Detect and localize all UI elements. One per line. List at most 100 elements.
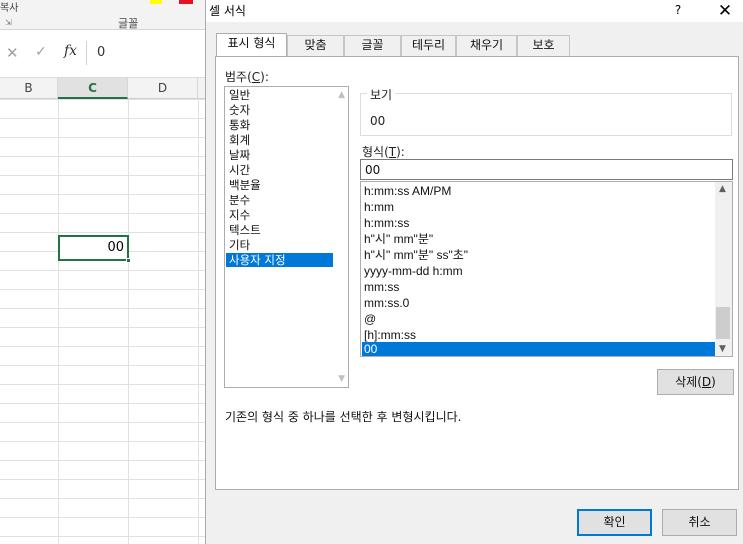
highlight-color-swatch[interactable] — [150, 0, 162, 4]
close-icon[interactable]: ✕ — [716, 1, 734, 21]
category-item-fraction[interactable]: 분수 — [226, 193, 333, 207]
gridline-row — [0, 517, 207, 518]
ok-button[interactable]: 확인 — [577, 509, 652, 536]
scroll-up-icon[interactable]: ▲ — [719, 184, 726, 194]
fill-handle[interactable] — [126, 258, 131, 263]
gridline-column — [128, 99, 129, 544]
category-item-currency[interactable]: 통화 — [226, 118, 333, 132]
category-item-special[interactable]: 기타 — [226, 238, 333, 252]
format-item[interactable]: h"시" mm"분" — [362, 232, 717, 247]
category-item-time[interactable]: 시간 — [226, 163, 333, 177]
category-label: 범주(C): — [225, 68, 269, 85]
font-color-swatch[interactable] — [179, 0, 193, 4]
active-cell-c[interactable]: 00 — [58, 235, 131, 263]
format-item[interactable]: h:mm:ss AM/PM — [362, 184, 717, 199]
scroll-down-icon[interactable]: ▼ — [338, 374, 345, 384]
type-label-text: 형식( — [362, 145, 389, 159]
format-item[interactable]: mm:ss — [362, 280, 717, 295]
type-input[interactable] — [360, 159, 733, 180]
formula-input[interactable]: 0 — [97, 45, 105, 60]
category-item-text[interactable]: 텍스트 — [226, 223, 333, 237]
gridline-row — [0, 422, 207, 423]
scroll-up-icon[interactable]: ▲ — [338, 90, 345, 100]
scrollbar-thumb[interactable] — [716, 307, 730, 339]
enter-check-icon[interactable]: ✓ — [35, 44, 47, 60]
sample-group: 보기 00 — [360, 86, 732, 136]
format-code-list[interactable]: h:mm:ss AM/PM h:mm h:mm:ss h"시" mm"분" h"… — [360, 181, 733, 357]
clipboard-label-fragment: 복사 — [0, 3, 19, 14]
worksheet-grid[interactable] — [0, 99, 207, 544]
category-item-custom[interactable]: 사용자 지정 — [226, 253, 333, 267]
format-item[interactable]: yyyy-mm-dd h:mm — [362, 264, 717, 279]
gridline-column — [58, 99, 59, 544]
tab-font[interactable]: 글꼴 — [344, 35, 401, 56]
delete-label-suffix: ) — [711, 375, 716, 389]
format-item[interactable]: mm:ss.0 — [362, 296, 717, 311]
dialog-titlebar[interactable]: 셀 서식 ? ✕ — [206, 0, 743, 22]
format-item[interactable]: [h]:mm:ss — [362, 328, 717, 343]
column-header-d[interactable]: D — [128, 78, 198, 99]
description-text: 기존의 형식 중 하나를 선택한 후 변형시킵니다. — [225, 410, 462, 424]
fx-icon[interactable]: fx — [64, 43, 77, 59]
gridline-row — [0, 213, 207, 214]
column-header-c[interactable]: C — [58, 78, 128, 99]
gridline-row — [0, 346, 207, 347]
format-cells-dialog: 셀 서식 ? ✕ 표시 형식 맞춤 글꼴 테두리 채우기 보호 범주(C): 일… — [205, 0, 743, 544]
category-list[interactable]: 일반 숫자 통화 회계 날짜 시간 백분율 분수 지수 텍스트 기타 사용자 지… — [224, 86, 349, 388]
category-item-percentage[interactable]: 백분율 — [226, 178, 333, 192]
category-label-hotkey: C — [251, 70, 261, 84]
cancel-x-icon[interactable]: ✕ — [6, 44, 19, 62]
sample-label: 보기 — [367, 86, 396, 103]
help-button[interactable]: ? — [671, 3, 685, 19]
category-item-date[interactable]: 날짜 — [226, 148, 333, 162]
gridline-row — [0, 479, 207, 480]
type-label: 형식(T): — [362, 143, 405, 160]
gridline-row — [0, 536, 207, 537]
dialog-launcher-icon[interactable]: ⇲ — [5, 18, 12, 27]
delete-label-hotkey: D — [701, 375, 712, 389]
gridline-row — [0, 441, 207, 442]
category-item-scientific[interactable]: 지수 — [226, 208, 333, 222]
category-item-general[interactable]: 일반 — [226, 88, 333, 102]
category-item-number[interactable]: 숫자 — [226, 103, 333, 117]
gridline-row — [0, 308, 207, 309]
gridline-row — [0, 498, 207, 499]
gridline-row — [0, 327, 207, 328]
gridline-column — [198, 99, 199, 544]
cancel-button[interactable]: 취소 — [662, 509, 737, 536]
delete-label-text: 삭제( — [675, 375, 702, 389]
font-group-label: 글꼴 — [118, 17, 139, 30]
format-item[interactable]: h:mm:ss — [362, 216, 717, 231]
formula-bar-divider — [86, 41, 87, 65]
excel-window: 복사 ⇲ 글꼴 ✕ ✓ fx 0 B C D 00 — [0, 0, 207, 544]
ribbon-home: 복사 ⇲ 글꼴 — [0, 0, 207, 30]
tab-number[interactable]: 표시 형식 — [216, 33, 287, 57]
gridline-row — [0, 118, 207, 119]
format-item[interactable]: h:mm — [362, 200, 717, 215]
gridline-row — [0, 137, 207, 138]
column-headers: B C D — [0, 77, 207, 99]
gridline-row — [0, 460, 207, 461]
column-header-b[interactable]: B — [0, 78, 58, 99]
format-item[interactable]: h"시" mm"분" ss"초" — [362, 248, 717, 263]
tab-alignment[interactable]: 맞춤 — [287, 35, 344, 56]
gridline-row — [0, 270, 207, 271]
tab-fill[interactable]: 채우기 — [456, 35, 517, 56]
scroll-down-icon[interactable]: ▼ — [719, 344, 726, 354]
formula-bar: ✕ ✓ fx 0 — [0, 40, 207, 66]
format-item[interactable]: @ — [362, 312, 717, 327]
gridline-row — [0, 403, 207, 404]
format-list-scrollbar[interactable]: ▲ ▼ — [715, 182, 732, 356]
format-item-selected[interactable]: 00 — [362, 342, 717, 356]
gridline-row — [0, 156, 207, 157]
number-tab-panel: 범주(C): 일반 숫자 통화 회계 날짜 시간 백분율 분수 지수 텍스트 기… — [215, 56, 739, 490]
tab-border[interactable]: 테두리 — [401, 35, 456, 56]
tab-protection[interactable]: 보호 — [517, 35, 570, 56]
gridline-row — [0, 289, 207, 290]
category-label-suffix: ): — [260, 70, 269, 84]
type-label-suffix: ): — [396, 145, 405, 159]
delete-button[interactable]: 삭제(D) — [657, 369, 734, 395]
sample-value: 00 — [370, 114, 386, 128]
category-item-accounting[interactable]: 회계 — [226, 133, 333, 147]
gridline-row — [0, 175, 207, 176]
